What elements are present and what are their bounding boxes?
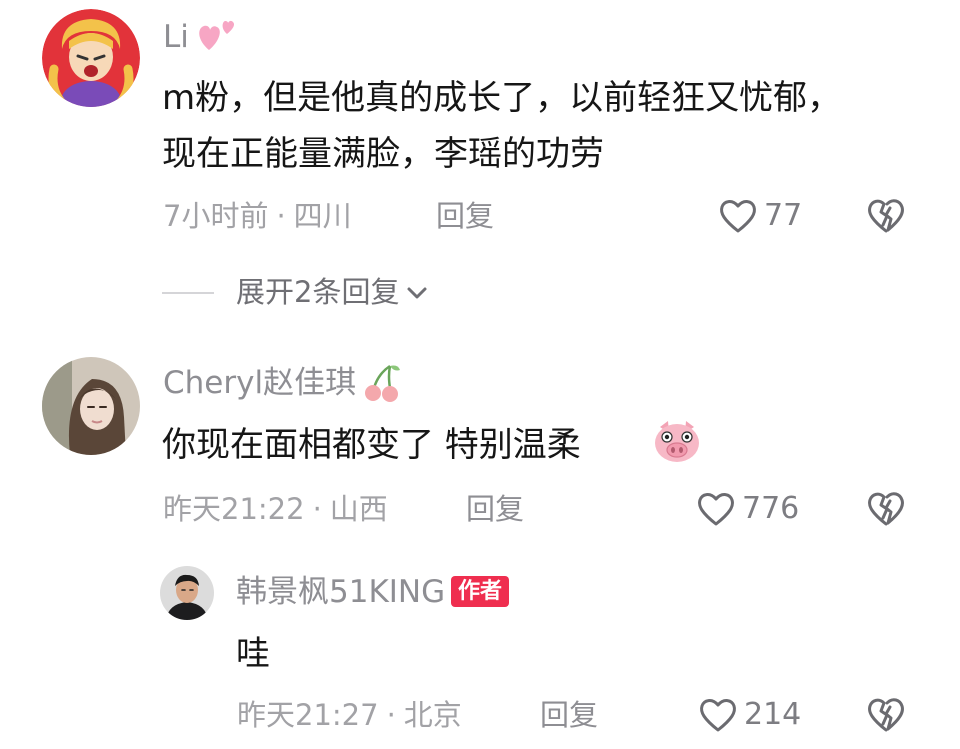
like-count: 776 (742, 491, 800, 526)
dislike-button[interactable] (866, 197, 906, 235)
like-count: 214 (744, 697, 802, 732)
like-button[interactable]: 776 (696, 491, 799, 527)
dislike-button[interactable] (866, 490, 906, 528)
reply-meta: 昨天21:27 · 北京 (237, 701, 462, 730)
comment-username[interactable]: Cheryl赵佳琪 (163, 368, 356, 399)
separator: · (312, 492, 322, 526)
cherries-icon (365, 364, 400, 402)
chevron-down-icon (407, 287, 427, 298)
reply-button[interactable]: 回复 (436, 202, 494, 231)
heart-outline-icon (720, 200, 756, 233)
avatar[interactable] (42, 357, 140, 455)
reply-location: 北京 (403, 698, 462, 732)
comment-time: 昨天21:22 (163, 492, 305, 526)
separator: · (386, 698, 396, 732)
broken-heart-icon (868, 492, 904, 526)
avatar[interactable] (160, 566, 214, 620)
reply-time: 昨天21:27 (237, 698, 379, 732)
comment-text-line: 你现在面相都变了 特别温柔 (162, 425, 581, 465)
reply-button[interactable]: 回复 (466, 495, 524, 524)
avatar[interactable] (42, 9, 140, 107)
expand-replies-button[interactable]: 展开2条回复 (162, 278, 429, 307)
like-button[interactable]: 77 (718, 198, 802, 234)
pig-face-icon (655, 421, 699, 462)
heart-outline-icon (700, 699, 736, 732)
comment-text-line: 现在正能量满脸，李瑶的功劳 (162, 134, 604, 174)
reply-username[interactable]: 韩景枫51KING (236, 577, 445, 608)
broken-heart-icon (868, 698, 904, 732)
comment-username[interactable]: Li (163, 22, 189, 53)
reply-button[interactable]: 回复 (540, 701, 598, 730)
broken-heart-icon (868, 199, 904, 233)
comment-location: 山西 (329, 492, 388, 526)
comment-time: 7小时前 (163, 199, 269, 233)
reply-text: 哇 (236, 634, 270, 674)
like-button[interactable]: 214 (698, 697, 801, 733)
heart-outline-icon (698, 493, 734, 526)
two-hearts-icon (199, 20, 235, 50)
comment-location: 四川 (293, 199, 352, 233)
comment-meta: 昨天21:22 · 山西 (163, 495, 388, 524)
comment-meta: 7小时前 · 四川 (163, 202, 352, 231)
separator: · (276, 199, 286, 233)
expand-replies-label: 展开2条回复 (236, 275, 400, 309)
author-badge: 作者 (451, 576, 510, 607)
dislike-button[interactable] (866, 696, 906, 734)
like-count: 77 (764, 198, 803, 233)
comment-text-line: m粉，但是他真的成长了，以前轻狂又忧郁， (162, 78, 842, 118)
divider (162, 291, 214, 294)
